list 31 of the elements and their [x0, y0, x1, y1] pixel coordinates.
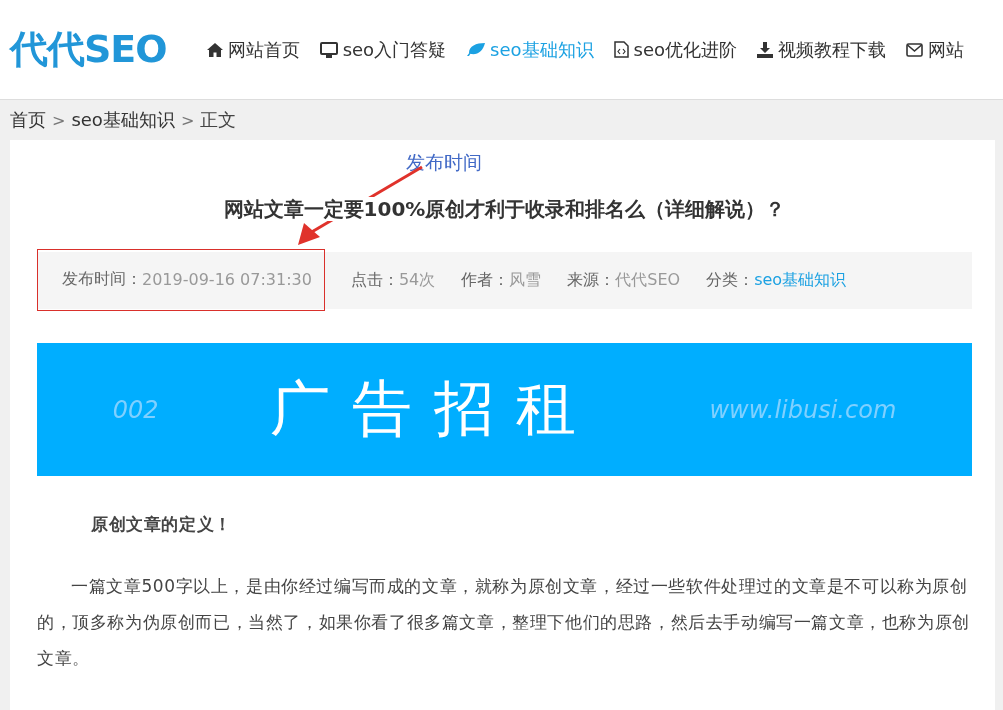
breadcrumb-separator: > [52, 110, 66, 130]
nav-link[interactable]: 网站首页 [206, 37, 300, 62]
nav-link[interactable]: 视频教程下载 [757, 37, 887, 62]
banner-number: 002 [112, 395, 159, 424]
breadcrumb-current: 正文 [200, 108, 237, 132]
envelope-icon [906, 42, 924, 57]
meta-value: 2019-09-16 07:31:30 [142, 270, 312, 289]
breadcrumb-link[interactable]: 首页 [10, 108, 46, 132]
body-paragraph: 一篇文章500字以上，是由你经过编写而成的文章，就称为原创文章，经过一些软件处理过的文章是不可以称为原创的，顶多称为伪原创而已，当然了，如果你看了很多篇文章，整理下他们的思路，然后去手动编写一篇文章，也称为原创文章。 [37, 575, 971, 670]
meta-label: 作者： [461, 270, 510, 291]
meta-label: 发布时间： [62, 269, 142, 290]
monitor-icon [319, 41, 338, 58]
meta-label: 点击： [350, 270, 399, 291]
nav-link[interactable]: 网站 [906, 37, 965, 62]
meta-label: 来源： [567, 270, 616, 291]
breadcrumb-link[interactable]: seo基础知识 [71, 108, 175, 132]
banner-url: www.libusi.com [709, 395, 897, 424]
nav-link[interactable]: seo优化进阶 [613, 37, 738, 62]
annotation-label: 发布时间 [406, 150, 482, 175]
meta-value: 代代SEO [615, 270, 681, 291]
code-file-icon [613, 41, 629, 58]
banner-headline: 广告招租 [270, 372, 598, 445]
nav-link[interactable]: seo入门答疑 [319, 37, 447, 62]
download-icon [757, 41, 774, 58]
breadcrumb-separator: > [180, 110, 195, 130]
leaf-icon [466, 42, 486, 57]
home-icon [206, 42, 223, 57]
section-heading: 原创文章的定义！ [90, 513, 233, 536]
meta-value: 54次 [398, 270, 436, 291]
meta-value: 风雪 [509, 270, 542, 291]
meta-label: 分类： [706, 270, 755, 291]
